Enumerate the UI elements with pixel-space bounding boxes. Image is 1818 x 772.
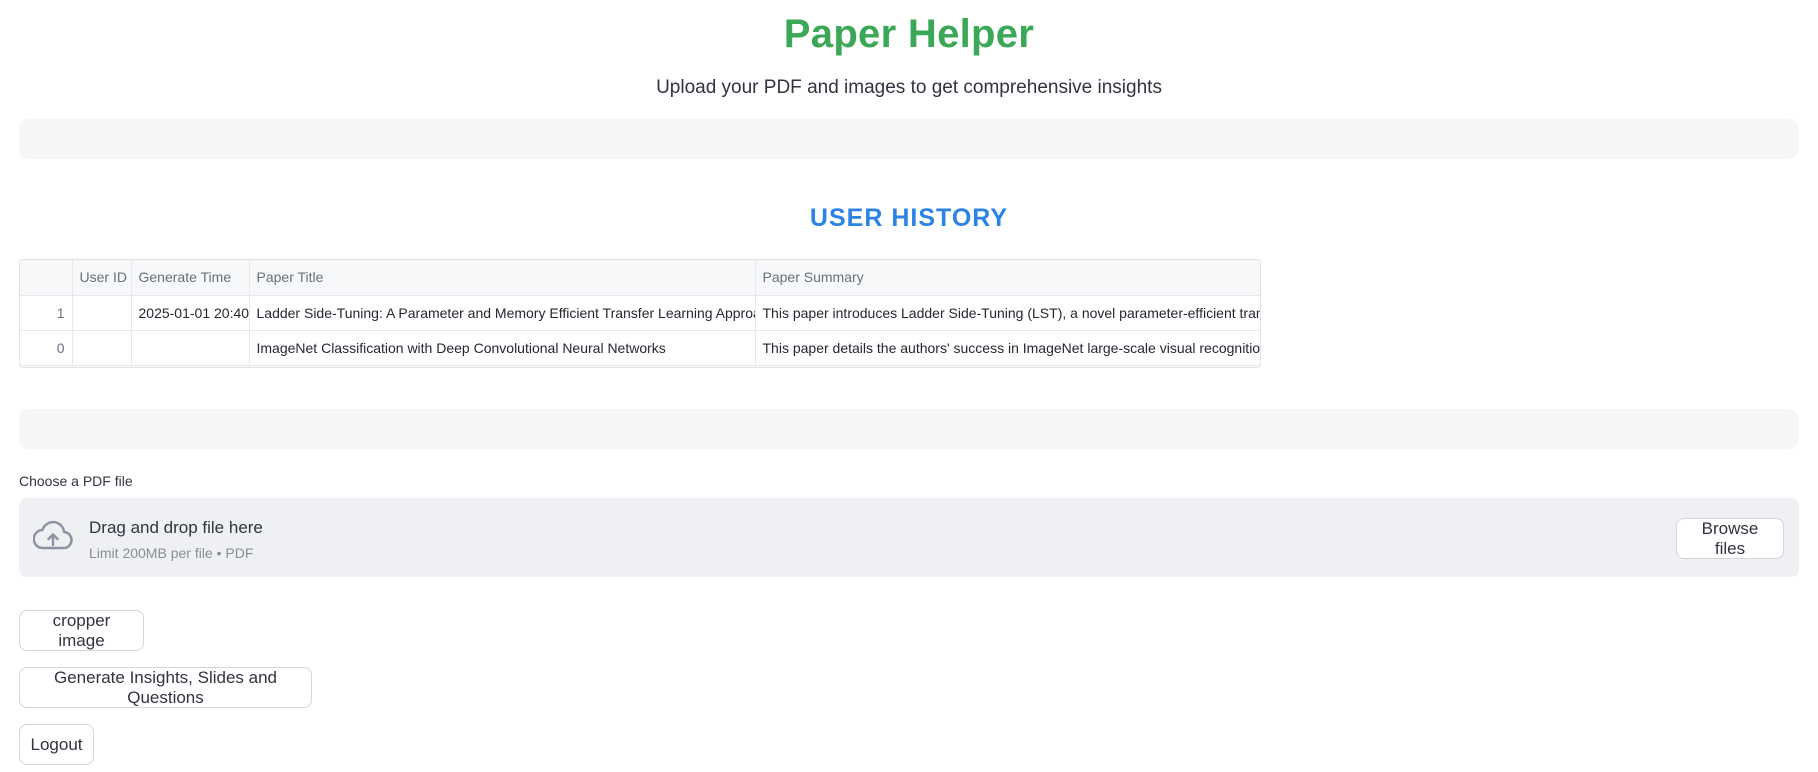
- user-id-cell[interactable]: [72, 330, 132, 366]
- cloud-upload-icon: [32, 520, 73, 559]
- column-header-user-id[interactable]: User ID: [72, 260, 132, 296]
- empty-status-bar: [19, 409, 1799, 449]
- column-header-paper-title[interactable]: Paper Title: [249, 260, 756, 296]
- paper-title-cell[interactable]: Ladder Side-Tuning: A Parameter and Memo…: [249, 295, 756, 331]
- paper-title-cell[interactable]: ImageNet Classification with Deep Convol…: [249, 330, 756, 366]
- paper-summary-cell[interactable]: This paper details the authors' success …: [755, 330, 1260, 366]
- table-row: 1 2025-01-01 20:40 Ladder Side-Tuning: A…: [20, 295, 1260, 331]
- user-id-cell[interactable]: [72, 295, 132, 331]
- browse-files-button[interactable]: Browse files: [1676, 518, 1784, 559]
- row-index[interactable]: 0: [20, 330, 73, 366]
- generate-time-cell[interactable]: [131, 330, 250, 366]
- cropper-image-button[interactable]: cropper image: [19, 610, 144, 651]
- column-header-index[interactable]: [20, 260, 73, 296]
- logout-button[interactable]: Logout: [19, 724, 94, 765]
- page-subtitle: Upload your PDF and images to get compre…: [656, 77, 1162, 98]
- main-container: Paper Helper Upload your PDF and images …: [19, 0, 1799, 765]
- user-history-heading: USER HISTORY: [809, 204, 1009, 232]
- dropzone-title: Drag and drop file here: [89, 518, 263, 537]
- generate-time-cell[interactable]: 2025-01-01 20:40: [131, 295, 250, 331]
- column-header-paper-summary[interactable]: Paper Summary: [755, 260, 1260, 296]
- page-title: Paper Helper: [783, 12, 1035, 56]
- history-table[interactable]: User ID Generate Time Paper Title Paper …: [19, 259, 1261, 368]
- empty-status-bar: [19, 119, 1799, 159]
- dropzone-limit-text: Limit 200MB per file • PDF: [89, 545, 254, 561]
- file-uploader-label: Choose a PDF file: [19, 473, 133, 489]
- table-header-row: User ID Generate Time Paper Title Paper …: [20, 260, 1260, 296]
- row-index[interactable]: 1: [20, 295, 73, 331]
- generate-insights-button[interactable]: Generate Insights, Slides and Questions: [19, 667, 312, 708]
- column-header-generate-time[interactable]: Generate Time: [131, 260, 250, 296]
- paper-summary-cell[interactable]: This paper introduces Ladder Side-Tuning…: [755, 295, 1260, 331]
- table-row: 0 ImageNet Classification with Deep Conv…: [20, 330, 1260, 366]
- file-dropzone[interactable]: Drag and drop file here Limit 200MB per …: [19, 498, 1799, 577]
